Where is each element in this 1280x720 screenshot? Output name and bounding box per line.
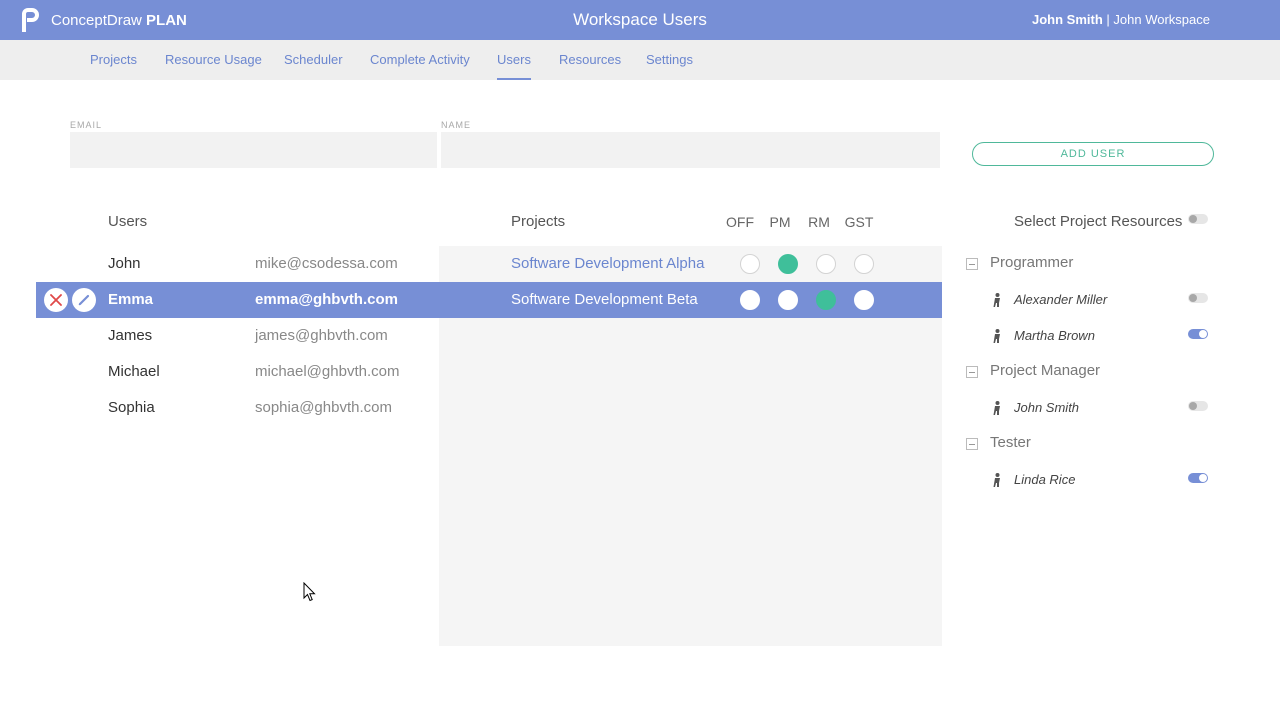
toggle-knob xyxy=(1189,402,1197,410)
group-name: Project Manager xyxy=(990,362,1101,379)
role-header-pm: PM xyxy=(769,214,791,230)
role-rm-radio[interactable] xyxy=(816,290,836,310)
user-name[interactable]: Sophia xyxy=(108,399,155,416)
user-email: sophia@ghbvth.com xyxy=(255,399,392,416)
resource-toggle[interactable] xyxy=(1188,401,1208,411)
edit-icon xyxy=(78,294,90,306)
table-row-selected[interactable]: Emma emma@ghbvth.com Software Developmen… xyxy=(36,282,942,318)
email-field[interactable] xyxy=(70,132,437,168)
user-name[interactable]: James xyxy=(108,327,152,344)
resource-name: Martha Brown xyxy=(1014,328,1095,343)
person-icon xyxy=(993,329,1000,343)
role-off-radio[interactable] xyxy=(740,254,760,274)
role-pm-radio[interactable] xyxy=(778,254,798,274)
main-nav: Projects Resource Usage Scheduler Comple… xyxy=(0,40,1280,80)
nav-complete-activity[interactable]: Complete Activity xyxy=(370,52,470,80)
user-project-link[interactable]: Software Development Beta xyxy=(511,291,698,308)
nav-resources[interactable]: Resources xyxy=(559,52,621,80)
role-off-radio[interactable] xyxy=(740,290,760,310)
role-rm-radio[interactable] xyxy=(816,254,836,274)
person-icon xyxy=(993,293,1000,307)
user-email: emma@ghbvth.com xyxy=(255,291,398,308)
toggle-knob xyxy=(1189,215,1197,223)
group-name: Programmer xyxy=(990,254,1074,271)
add-user-button[interactable]: ADD USER xyxy=(972,142,1214,166)
toggle-knob xyxy=(1199,330,1207,338)
group-name: Tester xyxy=(990,434,1031,451)
delete-icon xyxy=(50,294,62,306)
account-separator: | xyxy=(1102,12,1114,27)
toggle-knob xyxy=(1199,474,1207,482)
user-email: michael@ghbvth.com xyxy=(255,363,400,380)
collapse-icon[interactable] xyxy=(966,366,978,378)
nav-projects[interactable]: Projects xyxy=(90,52,137,80)
table-row[interactable]: John mike@csodessa.com Software Developm… xyxy=(36,246,942,282)
role-header-rm: RM xyxy=(808,214,830,230)
account-user[interactable]: John Smith xyxy=(1032,12,1103,27)
resource-toggle[interactable] xyxy=(1188,329,1208,339)
resource-name: Linda Rice xyxy=(1014,472,1076,487)
edit-user-button[interactable] xyxy=(72,288,96,312)
nav-resource-usage[interactable]: Resource Usage xyxy=(165,52,262,80)
person-icon xyxy=(993,401,1000,415)
email-label: EMAIL xyxy=(70,120,103,130)
resource-name: Alexander Miller xyxy=(1014,292,1108,307)
collapse-icon[interactable] xyxy=(966,438,978,450)
delete-user-button[interactable] xyxy=(44,288,68,312)
top-bar: ConceptDraw PLAN Workspace Users John Sm… xyxy=(0,0,1280,40)
nav-settings[interactable]: Settings xyxy=(646,52,693,80)
nav-users[interactable]: Users xyxy=(497,52,531,80)
resource-item: John Smith xyxy=(990,398,1220,418)
person-icon xyxy=(993,473,1000,487)
user-name[interactable]: Michael xyxy=(108,363,160,380)
resources-title: Select Project Resources xyxy=(1014,213,1183,230)
role-gst-radio[interactable] xyxy=(854,290,874,310)
user-email: james@ghbvth.com xyxy=(255,327,388,344)
users-header: Users xyxy=(108,213,148,230)
user-email: mike@csodessa.com xyxy=(255,255,398,272)
collapse-icon[interactable] xyxy=(966,258,978,270)
select-all-resources-toggle[interactable] xyxy=(1188,214,1208,224)
name-field[interactable] xyxy=(441,132,940,168)
user-name[interactable]: Emma xyxy=(108,291,153,308)
resource-item: Linda Rice xyxy=(990,470,1220,490)
account-workspace[interactable]: John Workspace xyxy=(1113,12,1210,27)
table-row[interactable]: Sophia sophia@ghbvth.com xyxy=(36,390,942,426)
projects-header: Projects xyxy=(511,213,566,230)
role-pm-radio[interactable] xyxy=(778,290,798,310)
nav-scheduler[interactable]: Scheduler xyxy=(284,52,343,80)
toggle-knob xyxy=(1189,294,1197,302)
user-name[interactable]: John xyxy=(108,255,141,272)
role-header-off: OFF xyxy=(726,214,754,230)
name-label: NAME xyxy=(441,120,472,130)
resource-item: Alexander Miller xyxy=(990,290,1220,310)
user-project-link[interactable]: Software Development Alpha xyxy=(511,255,704,272)
role-gst-radio[interactable] xyxy=(854,254,874,274)
resource-toggle[interactable] xyxy=(1188,293,1208,303)
resource-toggle[interactable] xyxy=(1188,473,1208,483)
account-info[interactable]: John Smith | John Workspace xyxy=(1032,12,1210,27)
table-row[interactable]: Michael michael@ghbvth.com xyxy=(36,354,942,390)
resource-item: Martha Brown xyxy=(990,326,1220,346)
mouse-cursor-icon xyxy=(303,582,316,602)
resource-name: John Smith xyxy=(1014,400,1080,415)
table-row[interactable]: James james@ghbvth.com xyxy=(36,318,942,354)
role-header-gst: GST xyxy=(844,214,874,230)
